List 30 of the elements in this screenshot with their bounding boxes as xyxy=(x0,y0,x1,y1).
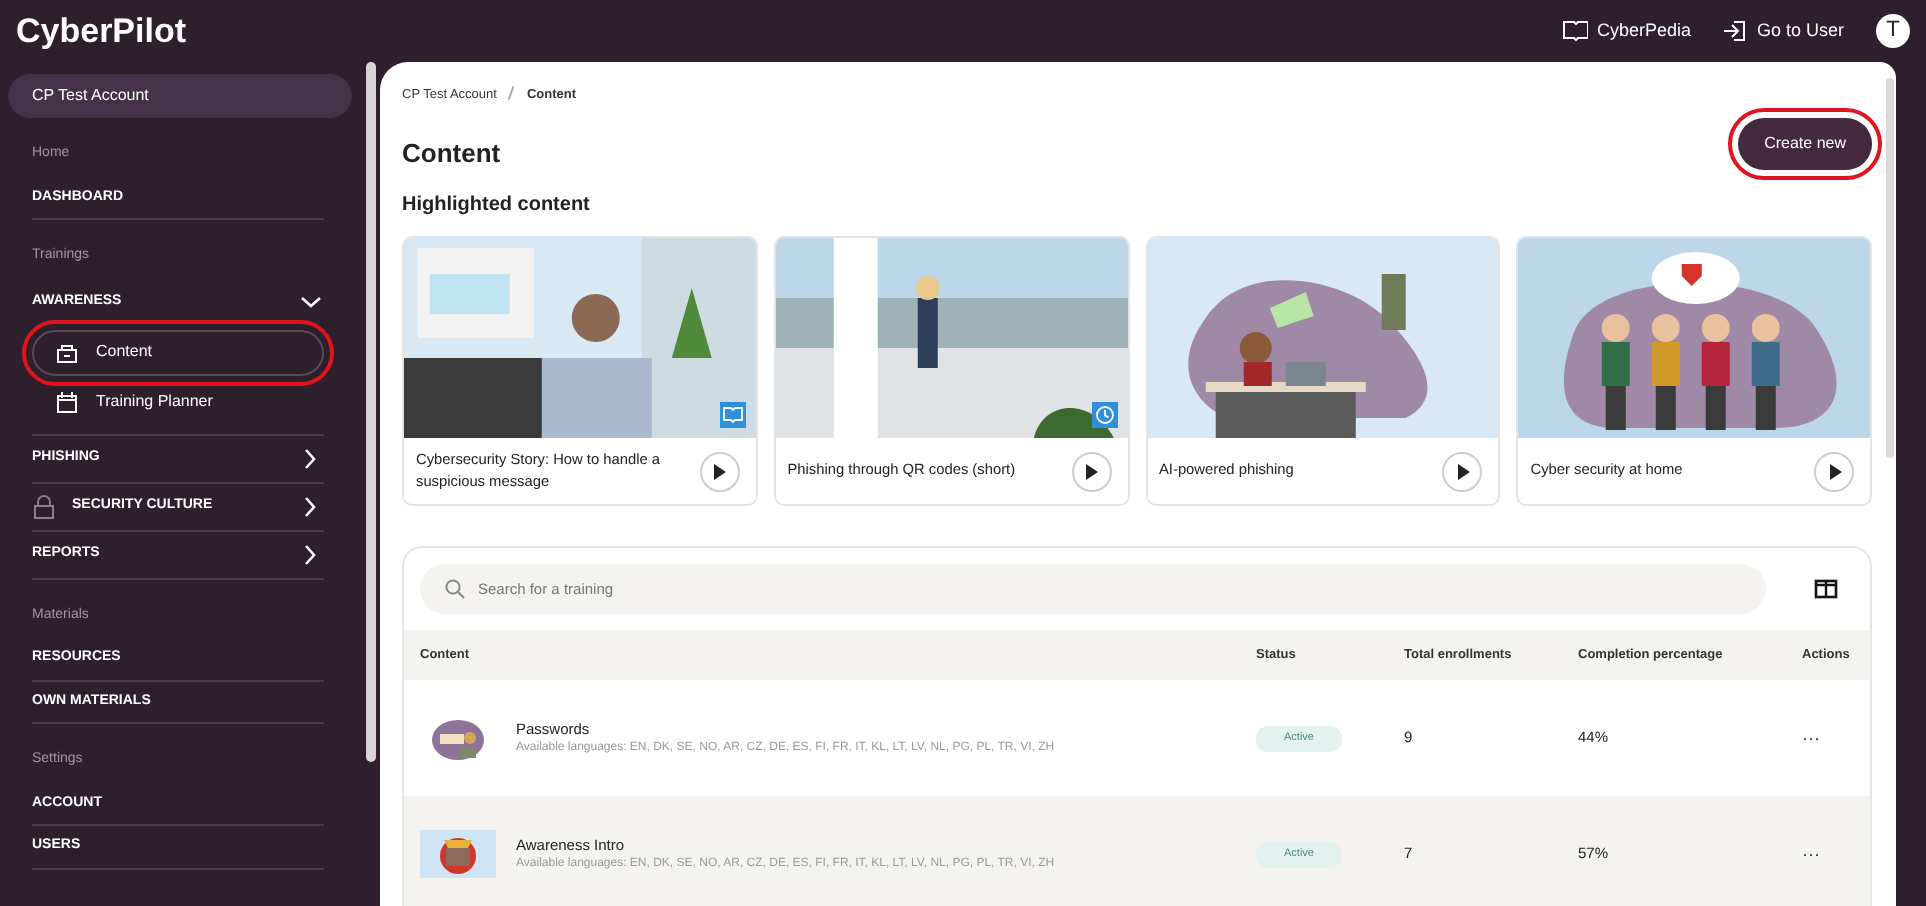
top-link[interactable]: Go to User xyxy=(1722,17,1844,45)
section-heading: Highlighted content xyxy=(402,192,592,220)
logo[interactable]: CyberPilot xyxy=(16,5,187,57)
clock-icon xyxy=(1091,402,1117,428)
play-button[interactable] xyxy=(1071,451,1111,491)
account-selector[interactable]: CP Test Account xyxy=(8,74,352,118)
lock-icon xyxy=(32,493,56,519)
play-icon xyxy=(1825,461,1843,481)
play-icon xyxy=(710,461,729,481)
play-button[interactable] xyxy=(1442,451,1483,491)
nav-subitem[interactable]: Training Planner xyxy=(32,379,324,425)
box-icon xyxy=(54,339,80,365)
more-button[interactable]: ··· xyxy=(1802,729,1820,748)
columns-icon xyxy=(1814,577,1838,600)
book-icon xyxy=(719,402,746,428)
play-icon xyxy=(1453,461,1472,481)
more-button[interactable]: ··· xyxy=(1802,845,1820,864)
breadcrumb-separator xyxy=(508,86,516,100)
top-link[interactable]: CyberPedia xyxy=(1562,17,1691,45)
play-button[interactable] xyxy=(1814,451,1854,491)
login-icon xyxy=(1722,18,1749,44)
scrollbar[interactable] xyxy=(366,62,376,762)
book-icon xyxy=(1562,18,1589,44)
play-icon xyxy=(1082,461,1100,481)
play-button[interactable] xyxy=(699,451,740,491)
avatar[interactable]: T xyxy=(1876,14,1910,48)
page-title: Content xyxy=(402,137,503,169)
create-new-button[interactable]: Create new xyxy=(1738,118,1872,170)
calendar-icon xyxy=(54,389,80,415)
scrollbar[interactable] xyxy=(1886,78,1894,458)
